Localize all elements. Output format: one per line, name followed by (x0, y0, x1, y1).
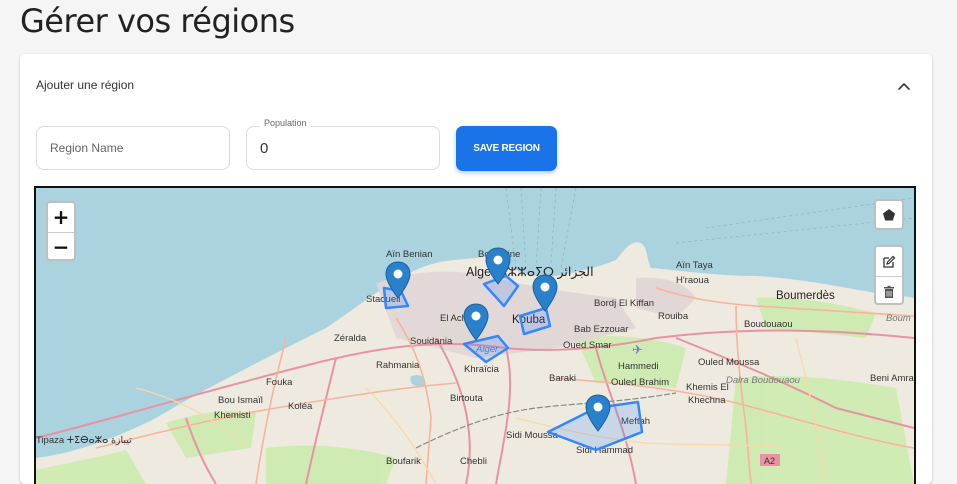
map-label: Boum (886, 313, 911, 324)
region-name-input[interactable] (37, 127, 229, 169)
save-region-button[interactable]: SAVE REGION (456, 126, 557, 171)
zoom-out-button[interactable]: − (48, 233, 74, 259)
population-input[interactable] (247, 127, 439, 169)
map-label: Boudouaou (744, 319, 793, 330)
zoom-in-button[interactable]: + (48, 203, 74, 233)
map-label: Aïn Benian (386, 249, 432, 260)
map-label: Tipaza ⵜⵉⴱⴰⵣⴰ تيبازة (36, 435, 132, 446)
panel-header[interactable]: Ajouter une région (20, 54, 932, 118)
map-label: Rahmania (376, 360, 420, 371)
pentagon-icon (883, 208, 895, 220)
map-label: Boufarik (386, 456, 421, 467)
svg-text:✈: ✈ (632, 343, 643, 358)
edit-icon (883, 255, 896, 268)
region-name-field (36, 126, 230, 170)
map-label: Ouled Moussa (698, 357, 760, 368)
map-label: Rouiba (658, 311, 689, 322)
map-label: Khraïcia (464, 364, 500, 375)
map-label: Khemisti (214, 410, 250, 421)
trash-icon (884, 285, 894, 298)
map-label: Hammedi (618, 361, 659, 372)
zoom-control: + − (46, 201, 76, 261)
map-label: Bou Ismaïl (218, 395, 263, 406)
map-label: Baraki (549, 373, 576, 384)
map-marker-icon[interactable] (532, 274, 558, 312)
map-label: Birtouta (450, 393, 483, 404)
map-label: Bab Ezzouar (574, 324, 628, 335)
add-region-panel: Ajouter une région Population SAVE REGIO… (20, 54, 932, 484)
map-label: Boumerdès (776, 290, 835, 302)
map-marker-icon[interactable] (463, 303, 489, 341)
map-label: Khechna (688, 395, 726, 406)
map-label: Aïn Taya (676, 260, 714, 271)
map-marker-icon[interactable] (385, 261, 411, 299)
map-label: Bordj El Kiffan (594, 298, 654, 309)
map-label: Fouka (266, 377, 293, 388)
population-label: Population (260, 118, 311, 128)
map-label: Khemis El (686, 382, 729, 393)
map-label: Ouled Brahim (611, 377, 669, 388)
map-label: Dalra Boudouaou (726, 375, 801, 386)
map-label: Chebli (460, 456, 487, 467)
map-label: H'raoua (676, 275, 710, 286)
map-label: Souidania (410, 336, 453, 347)
page-title: Gérer vos régions (20, 2, 295, 40)
draw-polygon-button[interactable] (874, 199, 904, 230)
population-field (246, 126, 440, 170)
map-marker-icon[interactable] (485, 247, 511, 285)
map-label: Oued Smar (563, 340, 612, 351)
map-marker-icon[interactable] (585, 394, 611, 432)
delete-layers-button[interactable] (876, 277, 902, 306)
map[interactable]: ✈ Aïn Benian Bologhine Alger ⴷⵣⵣⴰⵢⵔ الجز… (34, 186, 916, 484)
map-label: Koléa (288, 401, 313, 412)
map-label: Zéralda (334, 333, 367, 344)
panel-title: Ajouter une région (36, 78, 135, 92)
edit-layers-button[interactable] (876, 247, 902, 277)
chevron-up-icon[interactable] (896, 78, 912, 94)
map-label: Beni Amra (870, 373, 914, 384)
edit-toolbar (874, 245, 904, 305)
